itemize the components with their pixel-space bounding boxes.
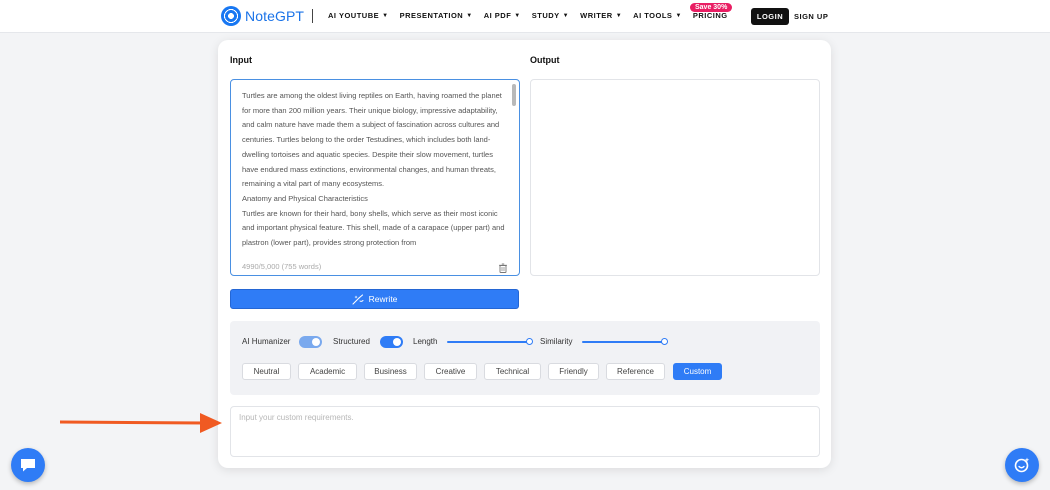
style-chip-reference[interactable]: Reference xyxy=(606,363,665,380)
structured-toggle[interactable] xyxy=(380,336,403,348)
input-paragraph: Anatomy and Physical Characteristics xyxy=(242,193,368,203)
nav-label: PRESENTATION xyxy=(399,11,464,20)
input-text-content[interactable]: Turtles are among the oldest living rept… xyxy=(242,89,508,265)
brand-logo[interactable]: NoteGPT xyxy=(221,6,304,26)
chevron-down-icon: ▼ xyxy=(382,12,389,19)
length-slider[interactable] xyxy=(447,341,529,343)
nav-label: AI TOOLS xyxy=(633,11,673,20)
rewrite-label: Rewrite xyxy=(368,294,398,304)
toggle-knob xyxy=(312,338,320,346)
scroll-thumb[interactable] xyxy=(512,84,516,106)
similarity-slider[interactable] xyxy=(582,341,664,343)
character-counter: 4990/5,000 (755 words) xyxy=(242,262,326,271)
nav-item-writer[interactable]: WRITER ▼ xyxy=(580,11,622,20)
nav-label: AI PDF xyxy=(483,11,512,20)
clear-trash-icon[interactable] xyxy=(498,263,508,273)
nav-item-ai-tools[interactable]: AI TOOLS ▼ xyxy=(633,11,682,20)
chevron-down-icon: ▼ xyxy=(615,12,623,19)
style-chip-friendly[interactable]: Friendly xyxy=(548,363,599,380)
nav-label: PRICING xyxy=(692,11,728,20)
ai-assistant-button[interactable] xyxy=(1005,448,1039,482)
nav-label: STUDY xyxy=(531,11,560,20)
rewrite-button[interactable]: Rewrite xyxy=(230,289,519,309)
chevron-down-icon: ▼ xyxy=(514,12,521,19)
nav-label: WRITER xyxy=(580,11,613,20)
custom-requirements-input[interactable] xyxy=(230,406,820,457)
similarity-slider-handle[interactable] xyxy=(661,338,668,345)
options-panel: AI Humanizer Structured Length Similarit… xyxy=(230,321,820,395)
login-button[interactable]: LOGIN xyxy=(751,8,789,25)
wand-icon xyxy=(352,293,364,305)
promo-badge: Save 30% xyxy=(690,3,733,12)
length-label: Length xyxy=(413,337,438,346)
style-chip-creative[interactable]: Creative xyxy=(424,363,477,380)
input-paragraph: Turtles are among the oldest living rept… xyxy=(242,91,502,189)
toggle-knob xyxy=(393,338,401,346)
assistant-icon xyxy=(1014,457,1030,473)
input-paragraph: Turtles are known for their hard, bony s… xyxy=(242,208,505,248)
style-chip-academic[interactable]: Academic xyxy=(298,363,357,380)
style-chip-technical[interactable]: Technical xyxy=(484,363,541,380)
ai-humanizer-toggle[interactable] xyxy=(299,336,322,348)
nav-label: AI YOUTUBE xyxy=(328,11,380,20)
style-chip-custom[interactable]: Custom xyxy=(673,363,722,380)
chevron-down-icon: ▼ xyxy=(675,12,682,19)
output-title: Output xyxy=(530,55,560,65)
nav-item-ai-pdf[interactable]: AI PDF ▼ xyxy=(484,11,521,20)
input-textarea[interactable]: Turtles are among the oldest living rept… xyxy=(230,79,520,276)
brand-name: NoteGPT xyxy=(245,8,305,24)
input-title: Input xyxy=(230,55,252,65)
nav-divider xyxy=(312,9,313,23)
output-panel[interactable] xyxy=(530,79,820,276)
style-chip-business[interactable]: Business xyxy=(364,363,417,380)
input-scrollbar[interactable] xyxy=(512,84,516,268)
chat-support-button[interactable] xyxy=(11,448,45,482)
rewriter-card: Input Output Turtles are among the oldes… xyxy=(218,40,831,468)
chevron-down-icon: ▼ xyxy=(562,12,570,19)
ai-humanizer-label: AI Humanizer xyxy=(242,337,291,346)
main-nav: AI YOUTUBE ▼ PRESENTATION ▼ AI PDF ▼ STUDY ▼… xyxy=(328,11,739,20)
top-navigation-bar: NoteGPT AI YOUTUBE ▼ PRESENTATION ▼ AI PDF… xyxy=(0,0,1050,33)
chat-bubble-icon xyxy=(21,459,35,472)
style-chip-neutral[interactable]: Neutral xyxy=(242,363,291,380)
length-slider-handle[interactable] xyxy=(526,338,533,345)
similarity-label: Similarity xyxy=(540,337,573,346)
signup-link[interactable]: SIGN UP xyxy=(794,12,828,21)
nav-item-study[interactable]: STUDY ▼ xyxy=(532,11,569,20)
nav-item-pricing[interactable]: PRICING xyxy=(693,11,728,20)
notegpt-logo-icon xyxy=(221,6,241,26)
chevron-down-icon: ▼ xyxy=(466,12,473,19)
nav-item-ai-youtube[interactable]: AI YOUTUBE ▼ xyxy=(328,11,389,20)
nav-item-presentation[interactable]: PRESENTATION ▼ xyxy=(400,11,473,20)
structured-label: Structured xyxy=(333,337,370,346)
annotation-arrow-icon xyxy=(59,413,222,433)
